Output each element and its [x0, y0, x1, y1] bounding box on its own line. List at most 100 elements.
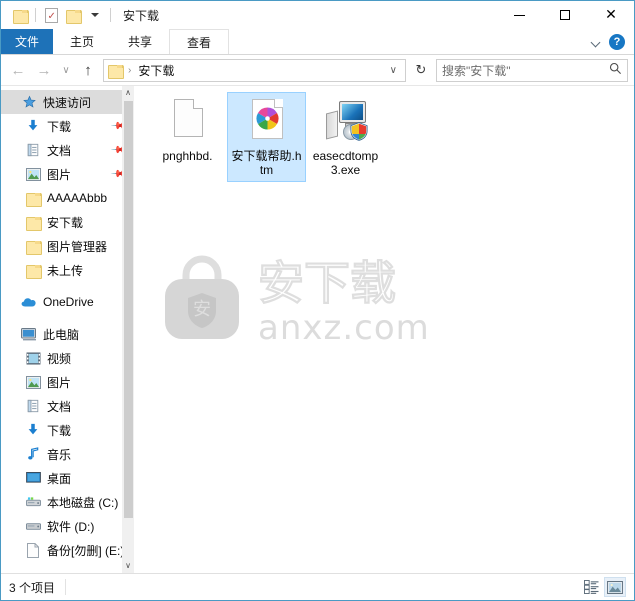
breadcrumb-folder-icon	[108, 64, 124, 79]
sidebar-item-not-uploaded[interactable]: 未上传	[1, 258, 134, 282]
tab-home[interactable]: 主页	[53, 29, 111, 54]
sidebar-label: 安下载	[47, 215, 84, 230]
sidebar-label: 文档	[47, 399, 72, 414]
sidebar-label: AAAAAbbb	[47, 191, 108, 205]
help-icon[interactable]: ?	[609, 34, 625, 50]
address-bar: ← → ∨ ↑ › 安下载 ∨ ↻ 搜索"安下载"	[1, 55, 634, 86]
window-title: 安下载	[123, 8, 160, 23]
qat-new-folder-button[interactable]	[62, 4, 84, 26]
file-item-anxiazai-help-htm[interactable]: 安下载帮助.htm	[227, 92, 306, 182]
explorer-body: 快速访问 下载 📌 文档 📌 图片 📌 AAAAAbbb 安下载 图片管理器 未…	[1, 86, 634, 574]
large-icons-view-button[interactable]	[604, 577, 626, 597]
view-buttons	[580, 577, 630, 597]
sidebar-item-anxiazai[interactable]: 安下载	[1, 210, 134, 234]
qat-customize-button[interactable]	[84, 4, 106, 26]
sidebar-label: 备份[勿删] (E:)	[47, 543, 125, 558]
film-glyph	[26, 351, 40, 365]
back-button[interactable]: ←	[5, 57, 31, 83]
file-item-pnghhbd[interactable]: pnghhbd.	[148, 92, 227, 182]
up-button[interactable]: ↑	[75, 57, 101, 83]
folder-icon	[25, 238, 42, 255]
sidebar-item-onedrive[interactable]: OneDrive	[1, 290, 134, 314]
sidebar-item-this-pc[interactable]: 此电脑	[1, 322, 134, 346]
sidebar-label: 未上传	[47, 263, 84, 278]
documents-icon	[25, 398, 41, 414]
sidebar-item-pictures[interactable]: 图片	[1, 370, 134, 394]
sidebar-item-drive-e[interactable]: 备份[勿删] (E:)	[1, 538, 134, 562]
navigation-pane-scrollbar[interactable]: ∧ ∨	[122, 86, 134, 573]
pictures-icon	[25, 166, 41, 182]
status-separator	[65, 579, 67, 595]
refresh-button[interactable]: ↻	[410, 59, 432, 82]
breadcrumb[interactable]: › 安下载 ∨	[103, 58, 406, 82]
breadcrumb-dropdown-icon[interactable]: ∨	[386, 65, 401, 76]
sidebar-item-pictures-qa[interactable]: 图片 📌	[1, 162, 134, 186]
drive-icon	[25, 518, 41, 534]
tab-file[interactable]: 文件	[1, 29, 54, 54]
search-input[interactable]: 搜索"安下载"	[442, 62, 609, 79]
title-bar: ✓ 安下载 ✕	[1, 1, 634, 29]
navigation-pane: 快速访问 下载 📌 文档 📌 图片 📌 AAAAAbbb 安下载 图片管理器 未…	[1, 86, 134, 573]
drive-blank-icon	[25, 542, 41, 558]
shield-icon	[349, 122, 368, 141]
sidebar-label: 下载	[47, 119, 72, 134]
sidebar-label: 本地磁盘 (C:)	[47, 495, 119, 510]
blank-page-glyph	[27, 542, 39, 558]
sidebar-item-quick-access[interactable]: 快速访问	[1, 90, 134, 114]
documents-glyph	[27, 143, 39, 157]
recent-locations-button[interactable]: ∨	[57, 57, 75, 83]
chevron-down-icon[interactable]	[592, 38, 601, 47]
file-item-easecdtomp3-exe[interactable]: easecdtomp3.exe	[306, 92, 385, 182]
download-icon	[25, 118, 41, 134]
pinwheel-glyph	[256, 107, 278, 130]
sidebar-item-drive-d[interactable]: 软件 (D:)	[1, 514, 134, 538]
documents-icon	[25, 142, 41, 158]
sidebar-item-documents-qa[interactable]: 文档 📌	[1, 138, 134, 162]
sidebar-item-aaaaabbb[interactable]: AAAAAbbb	[1, 186, 134, 210]
sidebar-label: 文档	[47, 143, 72, 158]
minimize-button[interactable]	[496, 1, 542, 29]
ribbon-tab-bar: 文件 主页 共享 查看 ?	[1, 29, 634, 55]
large-icons-view-icon	[607, 580, 623, 594]
html-file-icon	[243, 97, 291, 145]
this-pc-icon	[21, 326, 37, 342]
sidebar-item-local-disk-c[interactable]: 本地磁盘 (C:)	[1, 490, 134, 514]
folder-icon	[25, 262, 42, 279]
sidebar-label: 下载	[47, 423, 72, 438]
maximize-button[interactable]	[542, 1, 588, 29]
qat-separator-1	[35, 8, 36, 22]
sidebar-item-documents[interactable]: 文档	[1, 394, 134, 418]
window-controls: ✕	[496, 1, 634, 29]
sidebar-item-downloads[interactable]: 下载	[1, 418, 134, 442]
breadcrumb-separator-icon[interactable]: ›	[128, 65, 131, 76]
sidebar-item-desktop[interactable]: 桌面	[1, 466, 134, 490]
sidebar-label: OneDrive	[43, 295, 94, 309]
close-button[interactable]: ✕	[588, 1, 634, 29]
scroll-down-arrow-icon[interactable]: ∨	[125, 559, 131, 573]
sidebar-item-music[interactable]: 音乐	[1, 442, 134, 466]
customize-dropdown-icon	[91, 13, 99, 17]
tab-share[interactable]: 共享	[111, 29, 169, 54]
breadcrumb-current[interactable]: 安下载	[138, 62, 174, 79]
forward-button[interactable]: →	[31, 57, 57, 83]
qat-folder-icon[interactable]	[9, 4, 31, 26]
details-view-button[interactable]	[580, 577, 602, 597]
sidebar-label: 快速访问	[43, 95, 92, 110]
sidebar-item-downloads-qa[interactable]: 下载 📌	[1, 114, 134, 138]
search-icon	[609, 62, 622, 78]
properties-icon: ✓	[44, 7, 58, 23]
sidebar-label: 图片	[47, 375, 72, 390]
qat-properties-button[interactable]: ✓	[40, 4, 62, 26]
qat-separator-2	[110, 8, 111, 22]
scroll-up-arrow-icon[interactable]: ∧	[125, 86, 131, 100]
sidebar-item-picture-manager[interactable]: 图片管理器	[1, 234, 134, 258]
search-box[interactable]: 搜索"安下载"	[436, 58, 628, 82]
hard-drive-glyph	[25, 497, 41, 507]
file-explorer-window: ✓ 安下载 ✕ 文件 主页 共享 查看 ? ← → ∨ ↑ › 安下载 ∨ ↻ …	[0, 0, 635, 601]
tab-view[interactable]: 查看	[169, 29, 230, 54]
details-view-icon	[583, 580, 598, 594]
sidebar-item-videos[interactable]: 视频	[1, 346, 134, 370]
file-list-view[interactable]: pnghhbd. 安下载帮助.htm easecdtomp3.exe 安 安下载…	[134, 86, 634, 573]
file-items-container: pnghhbd. 安下载帮助.htm easecdtomp3.exe	[134, 86, 634, 182]
scrollbar-thumb[interactable]	[123, 101, 133, 518]
